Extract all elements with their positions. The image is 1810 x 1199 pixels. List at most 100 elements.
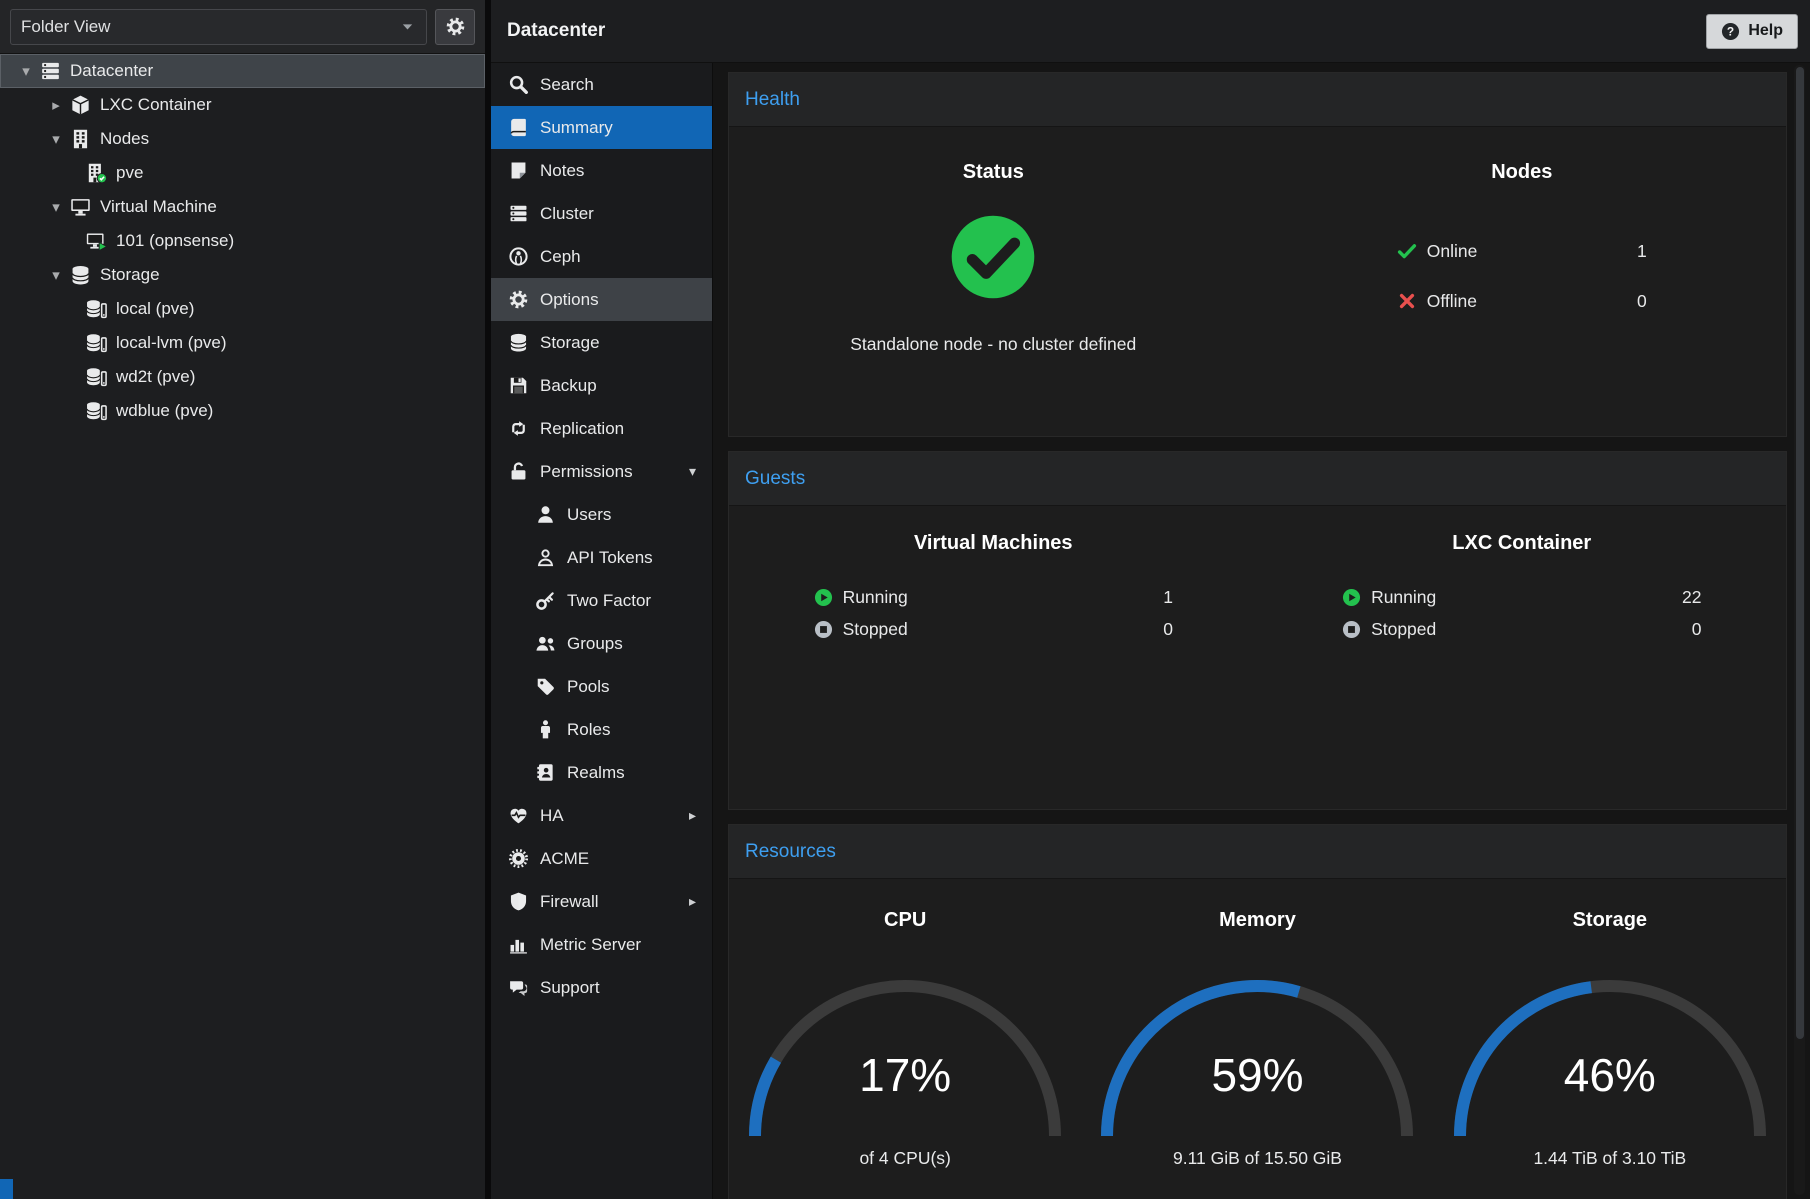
help-button[interactable]: ? Help: [1706, 14, 1798, 49]
menu-item-replication[interactable]: Replication: [491, 407, 712, 450]
menu-item-realms[interactable]: Realms: [491, 751, 712, 794]
guest-state-label: Stopped: [843, 619, 908, 640]
menu-item-search[interactable]: Search: [491, 63, 712, 106]
menu-item-label: Notes: [540, 161, 584, 181]
content-scrollbar[interactable]: [1794, 65, 1805, 1195]
chevron-down-icon: [399, 18, 416, 35]
caret-down-icon[interactable]: ▾: [43, 198, 69, 216]
caret-down-icon[interactable]: ▾: [43, 130, 69, 148]
main-region: Datacenter ? Help SearchSummaryNotesClus…: [491, 0, 1810, 1199]
menu-item-metric-server[interactable]: Metric Server: [491, 923, 712, 966]
menu-item-label: Replication: [540, 419, 624, 439]
cluster-icon: [508, 203, 529, 224]
gauge-caption: 1.44 TiB of 3.10 TiB: [1533, 1148, 1686, 1169]
tree-item-wdblue-pve[interactable]: wdblue (pve): [0, 394, 485, 428]
status-ok-icon: [950, 214, 1036, 300]
view-mode-select[interactable]: Folder View: [10, 9, 427, 45]
desktop-icon: [69, 196, 92, 218]
menu-item-backup[interactable]: Backup: [491, 364, 712, 407]
menu-item-notes[interactable]: Notes: [491, 149, 712, 192]
nodes-title: Nodes: [1491, 161, 1552, 184]
menu-item-label: Pools: [567, 677, 610, 697]
menu-item-roles[interactable]: Roles: [491, 708, 712, 751]
status-message: Standalone node - no cluster defined: [850, 334, 1136, 355]
node-online-icon: [85, 162, 108, 184]
menu-item-users[interactable]: Users: [491, 493, 712, 536]
menu-item-ceph[interactable]: Ceph: [491, 235, 712, 278]
tree-item-storage[interactable]: ▾ Storage: [0, 258, 485, 292]
resources-panel-header: Resources: [729, 825, 1786, 879]
person-icon: [535, 719, 556, 740]
node-status-label: Online: [1427, 241, 1478, 262]
menu-item-ha[interactable]: HA ▸: [491, 794, 712, 837]
tag-icon: [535, 676, 556, 697]
menu-item-label: Roles: [567, 720, 610, 740]
caret-right-icon: ▸: [689, 807, 696, 824]
menu-item-two-factor[interactable]: Two Factor: [491, 579, 712, 622]
node-status-value: 1: [1637, 241, 1647, 262]
tree-item-101-opnsense[interactable]: 101 (opnsense): [0, 224, 485, 258]
tree-item-local-pve[interactable]: local (pve): [0, 292, 485, 326]
storage-icon: [85, 400, 108, 422]
caret-down-icon[interactable]: ▾: [13, 62, 39, 80]
menu-item-label: Backup: [540, 376, 597, 396]
caret-down-icon[interactable]: ▾: [43, 266, 69, 284]
tree-item-nodes[interactable]: ▾Nodes: [0, 122, 485, 156]
bottom-left-accent: [0, 1179, 13, 1199]
menu-item-label: Users: [567, 505, 611, 525]
menu-item-options[interactable]: Options: [491, 278, 712, 321]
gauge-title: CPU: [884, 909, 926, 932]
database-icon: [508, 332, 529, 353]
menu-item-label: Two Factor: [567, 591, 651, 611]
menu-item-pools[interactable]: Pools: [491, 665, 712, 708]
running-icon: [1342, 588, 1361, 607]
chart-icon: [508, 934, 529, 955]
menu-item-label: Cluster: [540, 204, 594, 224]
user-outline-icon: [535, 547, 556, 568]
help-icon: ?: [1721, 22, 1740, 41]
storage-group-icon: [69, 264, 92, 286]
health-panel-title: Health: [745, 89, 800, 111]
vm-running-icon: [85, 230, 108, 252]
gauge-title: Storage: [1573, 909, 1647, 932]
tree-item-lxc-container[interactable]: ▸LXC Container: [0, 88, 485, 122]
menu-item-label: Metric Server: [540, 935, 641, 955]
menu-item-groups[interactable]: Groups: [491, 622, 712, 665]
guests-panel-body: Virtual MachinesRunning1Stopped0LXC Cont…: [729, 506, 1786, 809]
menu-item-label: Firewall: [540, 892, 599, 912]
node-status-row-offline: Offline0: [1397, 276, 1647, 326]
menu-item-acme[interactable]: ACME: [491, 837, 712, 880]
server-icon: [39, 60, 62, 82]
tree-item-datacenter[interactable]: ▾Datacenter: [0, 54, 485, 88]
cube-icon: [69, 94, 92, 116]
tree-item-wd2t-pve[interactable]: wd2t (pve): [0, 360, 485, 394]
tree-item-virtual-machine[interactable]: ▾Virtual Machine: [0, 190, 485, 224]
guests-column-virtual-machines: Virtual MachinesRunning1Stopped0: [729, 532, 1258, 809]
scrollbar-thumb[interactable]: [1796, 67, 1804, 1039]
summary-content: Health Status Standalone node - no clust…: [713, 63, 1810, 1199]
gauge-storage: Storage 46% 1.44 TiB of 3.10 TiB: [1434, 909, 1786, 1199]
gauge-chart: 46%: [1440, 966, 1780, 1144]
menu-item-label: Search: [540, 75, 594, 95]
tree-settings-button[interactable]: [435, 9, 475, 45]
menu-item-api-tokens[interactable]: API Tokens: [491, 536, 712, 579]
tree-header: Folder View: [0, 0, 485, 54]
storage-icon: [85, 366, 108, 388]
menu-item-storage[interactable]: Storage: [491, 321, 712, 364]
guest-count: 1: [1163, 587, 1173, 608]
menu-item-cluster[interactable]: Cluster: [491, 192, 712, 235]
gauge-percent: 59%: [1087, 1048, 1427, 1102]
tree-item-local-lvm-pve[interactable]: local-lvm (pve): [0, 326, 485, 360]
tree-item-pve[interactable]: pve: [0, 156, 485, 190]
menu-item-label: Groups: [567, 634, 623, 654]
tree-item-label: Storage: [100, 265, 160, 285]
menu-item-firewall[interactable]: Firewall▸: [491, 880, 712, 923]
menu-item-permissions[interactable]: Permissions▾: [491, 450, 712, 493]
address-book-icon: [535, 762, 556, 783]
unlock-icon: [508, 461, 529, 482]
menu-item-support[interactable]: Support: [491, 966, 712, 1009]
caret-right-icon[interactable]: ▸: [43, 96, 69, 114]
menu-item-label: HA: [540, 806, 564, 826]
menu-item-summary[interactable]: Summary: [491, 106, 712, 149]
floppy-icon: [508, 375, 529, 396]
